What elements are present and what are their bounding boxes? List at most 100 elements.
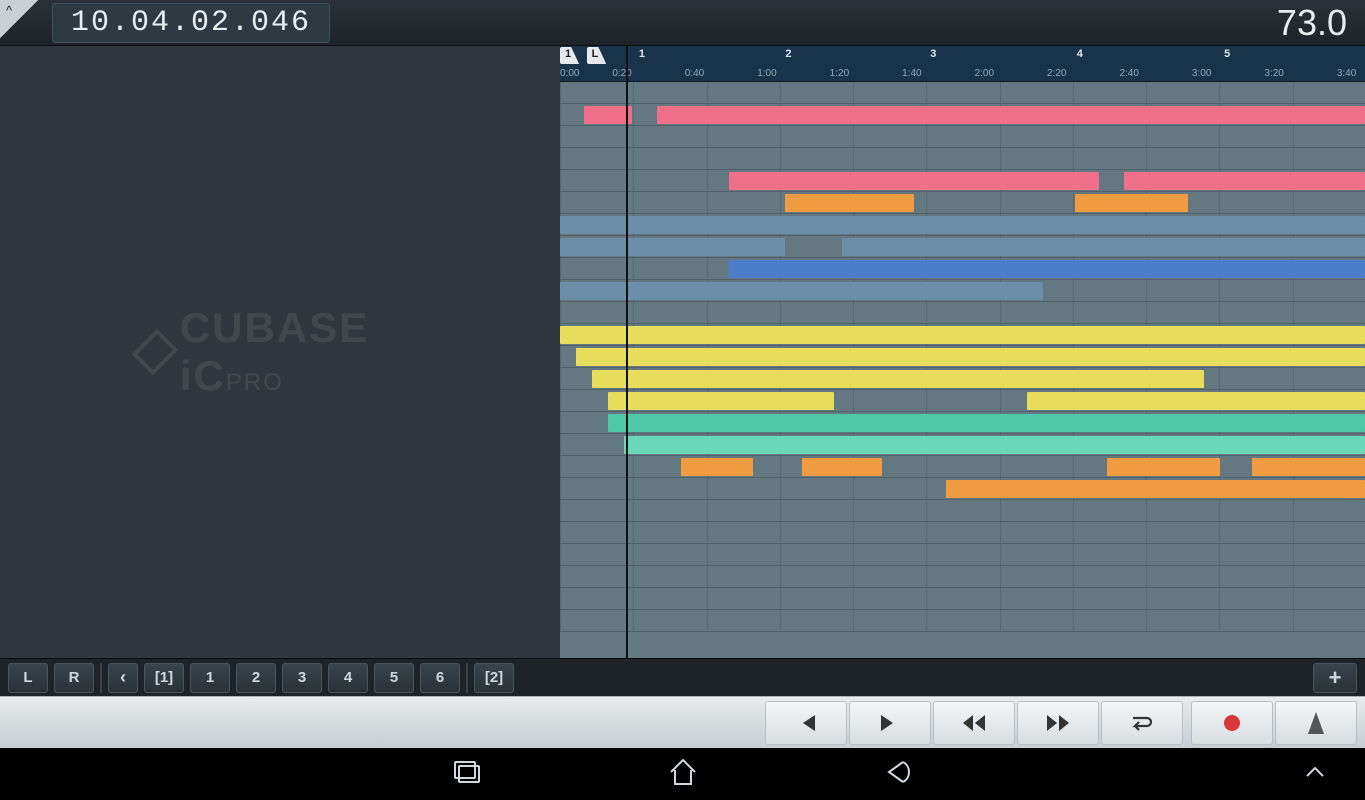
logo-diamond-icon — [132, 329, 179, 376]
track-row[interactable] — [560, 280, 1365, 302]
cycle-button[interactable] — [1101, 701, 1183, 745]
audio-clip[interactable] — [1124, 172, 1365, 190]
audio-clip[interactable] — [657, 106, 1365, 124]
ruler-time-label: 2:40 — [1119, 68, 1138, 79]
main-area: CUBASE iCPRO 1L1234560:000:200:401:001:2… — [0, 46, 1365, 658]
ruler-time-label: 1:00 — [757, 68, 776, 79]
track-list-panel[interactable]: CUBASE iCPRO — [0, 46, 560, 658]
audio-clip[interactable] — [608, 392, 833, 410]
audio-clip[interactable] — [1107, 458, 1220, 476]
audio-clip[interactable] — [560, 216, 1365, 234]
metronome-button[interactable] — [1275, 701, 1357, 745]
ruler-time-label: 2:20 — [1047, 68, 1066, 79]
ruler-time-label: 1:20 — [830, 68, 849, 79]
track-row[interactable] — [560, 236, 1365, 258]
locator-r-button[interactable]: R — [54, 663, 94, 693]
track-row[interactable] — [560, 522, 1365, 544]
android-home-button[interactable] — [665, 754, 701, 795]
locator-l-button[interactable]: L — [8, 663, 48, 693]
track-row[interactable] — [560, 258, 1365, 280]
track-row[interactable] — [560, 192, 1365, 214]
ruler-bar-number: 3 — [930, 48, 936, 60]
ruler-time-label: 0:00 — [560, 68, 579, 79]
track-row[interactable] — [560, 588, 1365, 610]
track-row[interactable] — [560, 412, 1365, 434]
brand-watermark: CUBASE iCPRO — [140, 304, 420, 400]
marker-button[interactable]: [2] — [474, 663, 514, 693]
ruler-time-label: 0:40 — [685, 68, 704, 79]
audio-clip[interactable] — [802, 458, 883, 476]
track-row[interactable] — [560, 368, 1365, 390]
arrange-panel[interactable]: 1L1234560:000:200:401:001:201:402:002:20… — [560, 46, 1365, 658]
track-row[interactable] — [560, 170, 1365, 192]
audio-clip[interactable] — [592, 370, 1204, 388]
rewind-button[interactable] — [933, 701, 1015, 745]
track-row[interactable] — [560, 148, 1365, 170]
marker-button[interactable]: 2 — [236, 663, 276, 693]
brand-text: CUBASE iCPRO — [180, 304, 420, 400]
locator-marker[interactable]: 1 — [560, 47, 579, 64]
ruler-time-label: 3:20 — [1264, 68, 1283, 79]
audio-clip[interactable] — [681, 458, 753, 476]
audio-clip[interactable] — [1027, 392, 1365, 410]
audio-clip[interactable] — [624, 436, 1365, 454]
audio-clip[interactable] — [785, 194, 914, 212]
track-row[interactable] — [560, 82, 1365, 104]
tempo-display[interactable]: 73.0 — [1277, 2, 1357, 44]
audio-clip[interactable] — [842, 238, 1365, 256]
audio-clip[interactable] — [729, 260, 1365, 278]
corner-menu-button[interactable] — [0, 0, 38, 38]
track-row[interactable] — [560, 324, 1365, 346]
ruler-time-label: 0:20 — [612, 68, 631, 79]
metronome-icon — [1308, 712, 1324, 734]
track-row[interactable] — [560, 434, 1365, 456]
track-row[interactable] — [560, 610, 1365, 632]
ruler-bar-number: 1 — [639, 48, 645, 60]
audio-clip[interactable] — [729, 172, 1099, 190]
marker-button[interactable]: 1 — [190, 663, 230, 693]
android-back-button[interactable] — [881, 754, 917, 795]
marker-button[interactable]: 5 — [374, 663, 414, 693]
playhead[interactable] — [626, 46, 628, 658]
tracks-container[interactable] — [560, 82, 1365, 658]
go-to-start-button[interactable] — [765, 701, 847, 745]
track-row[interactable] — [560, 126, 1365, 148]
marker-prev-button[interactable]: ‹ — [108, 663, 138, 693]
ruler-bar-number: 5 — [1224, 48, 1230, 60]
android-recent-button[interactable] — [449, 754, 485, 795]
track-row[interactable] — [560, 302, 1365, 324]
android-menu-button[interactable] — [1297, 754, 1333, 795]
track-row[interactable] — [560, 456, 1365, 478]
locator-marker[interactable]: L — [587, 47, 607, 64]
record-button[interactable] — [1191, 701, 1273, 745]
audio-clip[interactable] — [1075, 194, 1188, 212]
audio-clip[interactable] — [946, 480, 1365, 498]
audio-clip[interactable] — [560, 326, 1365, 344]
marker-button[interactable]: 3 — [282, 663, 322, 693]
go-to-end-button[interactable] — [849, 701, 931, 745]
timeline-ruler[interactable]: 1L1234560:000:200:401:001:201:402:002:20… — [560, 46, 1365, 82]
audio-clip[interactable] — [608, 414, 1365, 432]
track-row[interactable] — [560, 500, 1365, 522]
audio-clip[interactable] — [560, 282, 1043, 300]
track-row[interactable] — [560, 478, 1365, 500]
record-icon — [1224, 715, 1240, 731]
app-frame: 10.04.02.046 73.0 CUBASE iCPRO 1L1234560… — [0, 0, 1365, 800]
marker-button[interactable]: 4 — [328, 663, 368, 693]
track-row[interactable] — [560, 104, 1365, 126]
marker-button[interactable]: [1] — [144, 663, 184, 693]
marker-button[interactable]: 6 — [420, 663, 460, 693]
track-row[interactable] — [560, 544, 1365, 566]
add-marker-button[interactable]: + — [1313, 663, 1357, 693]
track-row[interactable] — [560, 390, 1365, 412]
track-row[interactable] — [560, 566, 1365, 588]
track-row[interactable] — [560, 214, 1365, 236]
fast-forward-button[interactable] — [1017, 701, 1099, 745]
ruler-time-label: 1:40 — [902, 68, 921, 79]
audio-clip[interactable] — [1252, 458, 1365, 476]
audio-clip[interactable] — [560, 238, 785, 256]
audio-clip[interactable] — [576, 348, 1365, 366]
track-row[interactable] — [560, 346, 1365, 368]
ruler-time-label: 2:00 — [975, 68, 994, 79]
timecode-display[interactable]: 10.04.02.046 — [52, 3, 330, 43]
